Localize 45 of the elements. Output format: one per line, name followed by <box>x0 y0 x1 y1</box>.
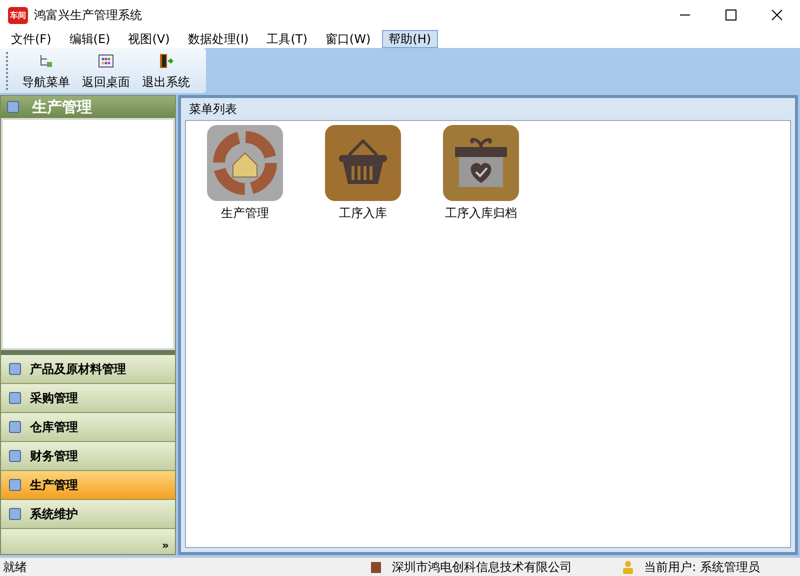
menu-item[interactable]: 视图(V) <box>121 30 177 48</box>
panel-title: 菜单列表 <box>188 101 238 118</box>
company-name: 深圳市鸿电创科信息技术有限公司 <box>392 558 572 576</box>
square-icon <box>9 450 21 462</box>
splitter-handle[interactable] <box>1 350 175 355</box>
exit-door-icon <box>158 53 174 69</box>
nav-item[interactable]: 采购管理 <box>1 384 175 413</box>
square-icon <box>9 508 21 520</box>
nav-item[interactable]: 生产管理 <box>1 471 175 500</box>
nav-item[interactable]: 系统维护 <box>1 500 175 529</box>
menu-item[interactable]: 数据处理(I) <box>180 30 256 48</box>
basket-icon <box>325 125 401 201</box>
square-icon <box>7 101 19 113</box>
menu-item[interactable]: 帮助(H) <box>382 30 438 48</box>
nav-item[interactable]: 产品及原材料管理 <box>1 355 175 384</box>
maximize-icon[interactable] <box>725 9 737 21</box>
gift-box-icon <box>443 125 519 201</box>
grid-icon <box>98 53 114 69</box>
sidebar-title: 生产管理 <box>32 98 92 116</box>
menu-item[interactable]: 窗口(W) <box>318 30 378 48</box>
status-text: 就绪 <box>2 558 27 576</box>
menu-tile[interactable]: 生产管理 <box>186 125 304 222</box>
square-icon <box>9 392 21 404</box>
square-icon <box>9 421 21 433</box>
square-icon <box>9 479 21 491</box>
expand-more-button[interactable]: » <box>162 539 169 552</box>
tree-icon <box>38 53 54 69</box>
app-logo: 车间 <box>8 6 28 24</box>
toolbar-button[interactable]: 返回桌面 <box>76 53 136 91</box>
building-icon <box>370 560 382 574</box>
toolbar-button[interactable]: 退出系统 <box>136 53 196 91</box>
current-user: 当前用户: 系统管理员 <box>644 558 760 576</box>
nav-item[interactable]: 财务管理 <box>1 442 175 471</box>
menu-item[interactable]: 工具(T) <box>260 30 314 48</box>
menu-tile[interactable]: 工序入库 <box>304 125 422 222</box>
window-title: 鸿富兴生产管理系统 <box>34 6 142 24</box>
menu-item[interactable]: 编辑(E) <box>62 30 118 48</box>
menu-tile[interactable]: 工序入库归档 <box>422 125 540 222</box>
nav-item[interactable]: 仓库管理 <box>1 413 175 442</box>
close-icon[interactable] <box>771 9 783 21</box>
toolbar-button[interactable]: 导航菜单 <box>16 53 76 91</box>
home-ring-icon <box>207 125 283 201</box>
user-icon <box>622 560 634 574</box>
square-icon <box>9 363 21 375</box>
menu-item[interactable]: 文件(F) <box>4 30 58 48</box>
